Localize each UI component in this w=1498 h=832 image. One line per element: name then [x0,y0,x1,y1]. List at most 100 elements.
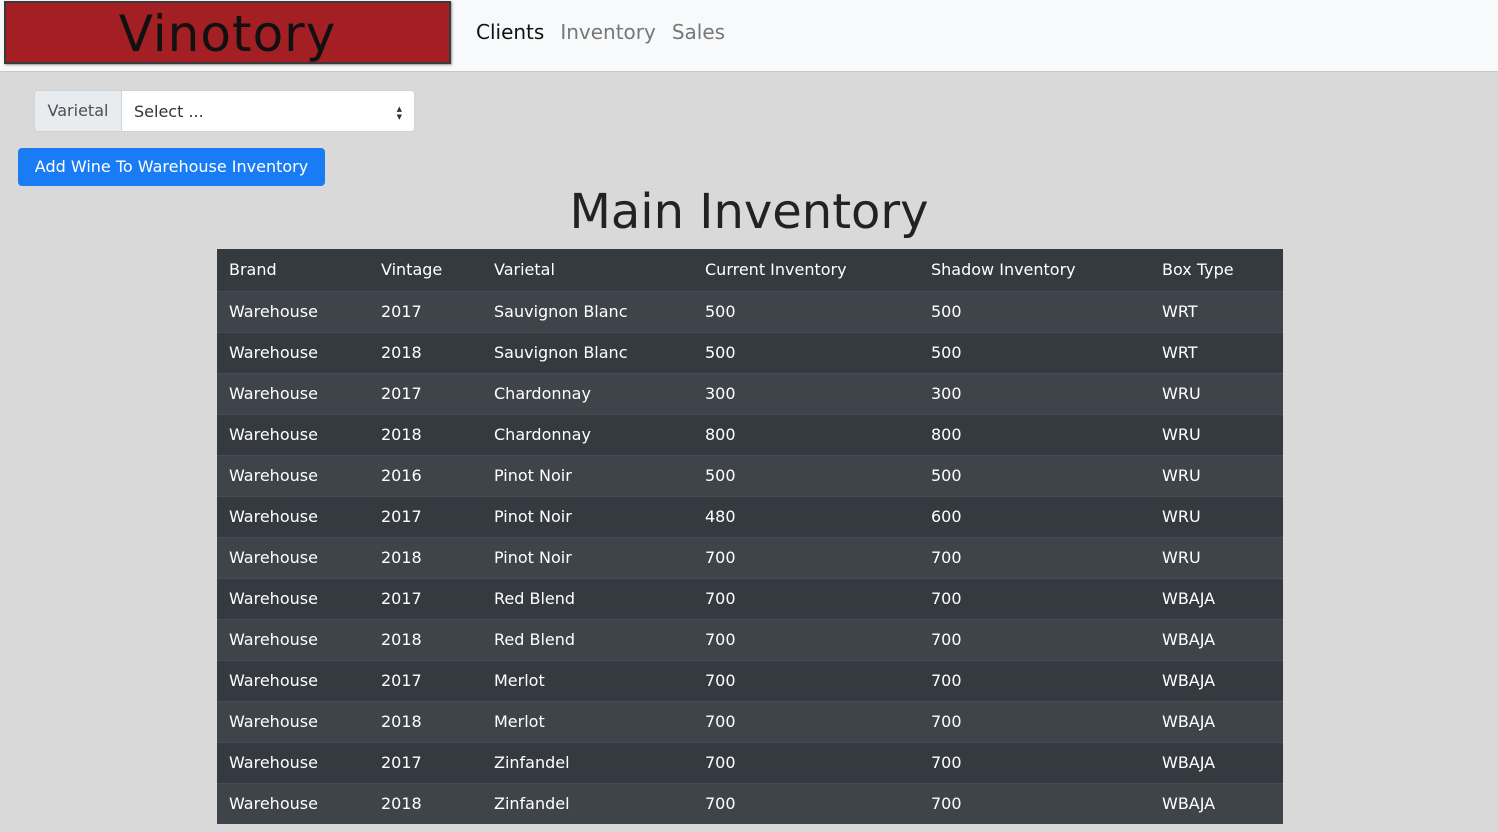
column-header-shadow-inventory[interactable]: Shadow Inventory [919,249,1150,291]
inventory-table: Brand Vintage Varietal Current Inventory… [217,249,1283,824]
varietal-cell: Zinfandel [482,782,693,824]
varietal-select-value: Select ... [134,102,204,121]
box-type-cell: WRT [1150,290,1283,332]
varietal-cell: Chardonnay [482,372,693,414]
varietal-cell: Sauvignon Blanc [482,331,693,373]
nav-link-sales[interactable]: Sales [672,20,725,44]
shadow-inventory-cell: 300 [919,372,1150,414]
table-row[interactable]: Warehouse 2017 Chardonnay 300 300 WRU [217,372,1283,414]
box-type-cell: WRU [1150,536,1283,578]
vintage-cell: 2018 [369,618,482,660]
varietal-cell: Red Blend [482,618,693,660]
current-inventory-cell: 700 [693,577,919,619]
shadow-inventory-cell: 700 [919,782,1150,824]
current-inventory-cell: 700 [693,536,919,578]
box-type-cell: WRT [1150,331,1283,373]
brand-cell: Warehouse [217,659,369,701]
table-row[interactable]: Warehouse 2018 Red Blend 700 700 WBAJA [217,618,1283,660]
vintage-cell: 2018 [369,331,482,373]
table-row[interactable]: Warehouse 2017 Pinot Noir 480 600 WRU [217,495,1283,537]
varietal-cell: Red Blend [482,577,693,619]
box-type-cell: WBAJA [1150,659,1283,701]
brand-cell: Warehouse [217,331,369,373]
vintage-cell: 2017 [369,659,482,701]
brand-cell: Warehouse [217,577,369,619]
table-row[interactable]: Warehouse 2017 Sauvignon Blanc 500 500 WRT [217,290,1283,332]
vintage-cell: 2016 [369,454,482,496]
varietal-cell: Chardonnay [482,413,693,455]
current-inventory-cell: 700 [693,741,919,783]
nav-links: Clients Inventory Sales [476,20,725,44]
current-inventory-cell: 500 [693,454,919,496]
box-type-cell: WRU [1150,372,1283,414]
box-type-cell: WRU [1150,413,1283,455]
table-header-row: Brand Vintage Varietal Current Inventory… [217,249,1283,291]
varietal-select[interactable]: Select ... ▲ ▼ [122,91,414,131]
brand-cell: Warehouse [217,618,369,660]
table-row[interactable]: Warehouse 2018 Sauvignon Blanc 500 500 WRT [217,331,1283,373]
box-type-cell: WRU [1150,454,1283,496]
vintage-cell: 2017 [369,372,482,414]
shadow-inventory-cell: 500 [919,290,1150,332]
shadow-inventory-cell: 700 [919,741,1150,783]
nav-link-clients[interactable]: Clients [476,20,544,44]
varietal-cell: Zinfandel [482,741,693,783]
table-row[interactable]: Warehouse 2018 Pinot Noir 700 700 WRU [217,536,1283,578]
brand-cell: Warehouse [217,495,369,537]
shadow-inventory-cell: 800 [919,413,1150,455]
shadow-inventory-cell: 700 [919,577,1150,619]
table-row[interactable]: Warehouse 2018 Zinfandel 700 700 WBAJA [217,782,1283,824]
brand-cell: Warehouse [217,700,369,742]
current-inventory-cell: 500 [693,331,919,373]
vintage-cell: 2017 [369,741,482,783]
shadow-inventory-cell: 500 [919,454,1150,496]
column-header-box-type[interactable]: Box Type [1150,249,1283,291]
shadow-inventory-cell: 600 [919,495,1150,537]
vintage-cell: 2018 [369,536,482,578]
box-type-cell: WBAJA [1150,577,1283,619]
current-inventory-cell: 300 [693,372,919,414]
column-header-vintage[interactable]: Vintage [369,249,482,291]
box-type-cell: WBAJA [1150,700,1283,742]
select-caret-icon: ▲ ▼ [396,105,402,121]
varietal-cell: Merlot [482,659,693,701]
table-row[interactable]: Warehouse 2016 Pinot Noir 500 500 WRU [217,454,1283,496]
current-inventory-cell: 480 [693,495,919,537]
varietal-cell: Sauvignon Blanc [482,290,693,332]
shadow-inventory-cell: 700 [919,618,1150,660]
shadow-inventory-cell: 700 [919,700,1150,742]
current-inventory-cell: 700 [693,618,919,660]
table-row[interactable]: Warehouse 2018 Merlot 700 700 WBAJA [217,700,1283,742]
table-row[interactable]: Warehouse 2017 Merlot 700 700 WBAJA [217,659,1283,701]
column-header-brand[interactable]: Brand [217,249,369,291]
varietal-cell: Pinot Noir [482,536,693,578]
nav-link-inventory[interactable]: Inventory [560,20,656,44]
box-type-cell: WBAJA [1150,741,1283,783]
brand-cell: Warehouse [217,782,369,824]
brand-logo[interactable]: Vinotory [4,1,451,64]
brand-cell: Warehouse [217,413,369,455]
varietal-cell: Pinot Noir [482,454,693,496]
varietal-label: Varietal [35,91,122,131]
table-row[interactable]: Warehouse 2018 Chardonnay 800 800 WRU [217,413,1283,455]
box-type-cell: WBAJA [1150,782,1283,824]
varietal-filter: Varietal Select ... ▲ ▼ [34,90,415,132]
varietal-cell: Pinot Noir [482,495,693,537]
current-inventory-cell: 800 [693,413,919,455]
table-row[interactable]: Warehouse 2017 Zinfandel 700 700 WBAJA [217,741,1283,783]
column-header-current-inventory[interactable]: Current Inventory [693,249,919,291]
vintage-cell: 2018 [369,782,482,824]
top-navbar: Vinotory Clients Inventory Sales [0,0,1498,72]
box-type-cell: WBAJA [1150,618,1283,660]
varietal-cell: Merlot [482,700,693,742]
brand-cell: Warehouse [217,454,369,496]
current-inventory-cell: 700 [693,659,919,701]
table-row[interactable]: Warehouse 2017 Red Blend 700 700 WBAJA [217,577,1283,619]
vintage-cell: 2017 [369,290,482,332]
inventory-table-body: Warehouse 2017 Sauvignon Blanc 500 500 WRT War… [217,290,1283,824]
shadow-inventory-cell: 700 [919,536,1150,578]
current-inventory-cell: 700 [693,782,919,824]
column-header-varietal[interactable]: Varietal [482,249,693,291]
brand-cell: Warehouse [217,290,369,332]
vintage-cell: 2017 [369,577,482,619]
